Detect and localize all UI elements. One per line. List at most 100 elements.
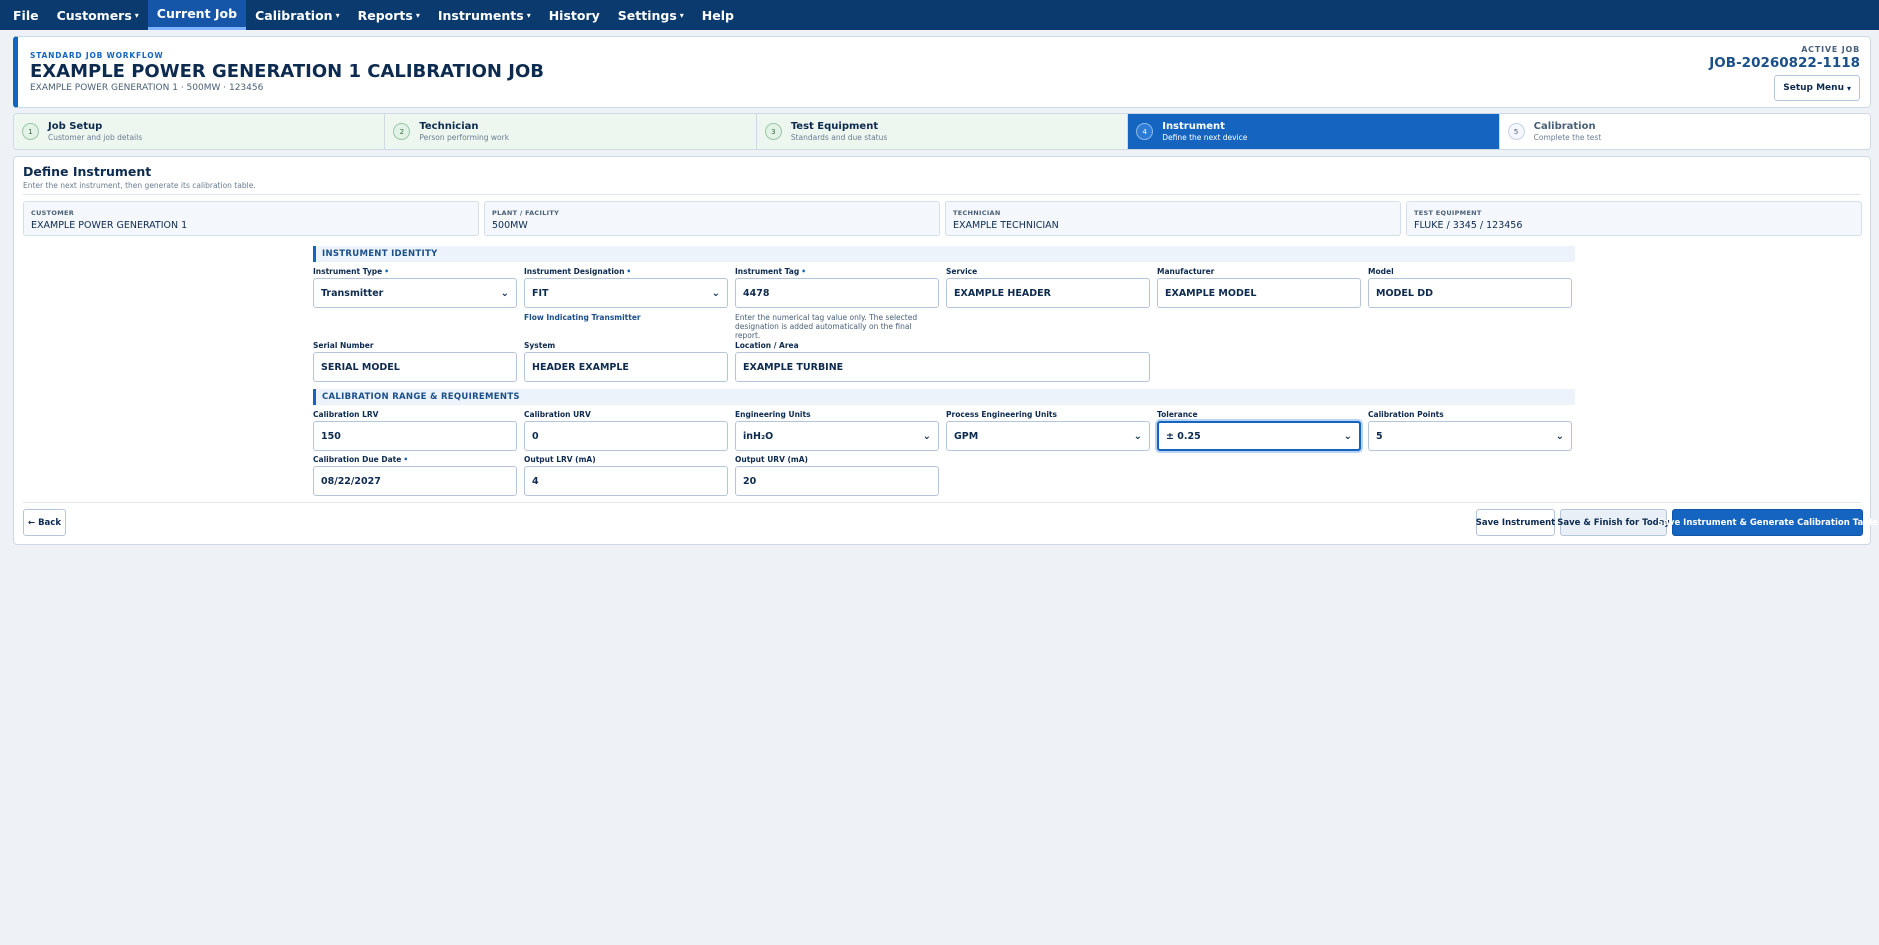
info-label: CUSTOMER [31,209,75,217]
input-value: SERIAL MODEL [321,361,400,373]
nav-settings[interactable]: Settings ▾ [609,0,693,30]
designation-hint: Flow Indicating Transmitter [524,313,641,322]
instrument-designation-select[interactable]: FIT ⌄ [524,278,728,308]
step-job-setup[interactable]: 1 Job Setup Customer and job details [14,114,386,149]
define-instrument-card: Define Instrument Enter the next instrum… [13,156,1878,545]
section-title: Define Instrument [23,164,152,179]
step-title: Technician [419,121,479,132]
info-value: EXAMPLE POWER GENERATION 1 [31,220,188,231]
active-job-id: JOB-20260822-1118 [1709,55,1860,71]
instrument-designation-field: Instrument Designation • FIT ⌄ Flow Indica… [524,267,728,322]
chevron-down-icon: ▾ [415,10,420,20]
model-input[interactable]: MODEL DD [1368,278,1572,308]
system-input[interactable]: HEADER EXAMPLE [524,352,728,382]
field-label: Instrument Designation • [524,267,728,277]
required-marker: • [384,267,390,276]
process-units-field: Process Engineering Units GPM ⌄ [946,410,1150,451]
calibration-lrv-input[interactable]: 150 [313,421,517,451]
calibration-points-field: Calibration Points 5 ⌄ [1368,410,1572,451]
field-label: Calibration Points [1368,410,1444,419]
input-value: 20 [743,475,757,487]
input-value: MODEL DD [1376,287,1434,299]
input-value: EXAMPLE TURBINE [743,361,844,373]
instrument-type-select[interactable]: Transmitter ⌄ [313,278,517,308]
chevron-down-icon: ▾ [134,10,139,20]
select-value: inH₂O [743,430,774,442]
chevron-down-icon: ▾ [1846,83,1851,93]
field-label: Location / Area [735,341,799,350]
nav-customers-label: Customers [56,7,132,23]
output-lrv-input[interactable]: 4 [524,466,728,496]
info-value: EXAMPLE TECHNICIAN [953,220,1059,231]
step-title: Calibration [1533,121,1596,132]
process-units-select[interactable]: GPM ⌄ [946,421,1150,451]
manufacturer-input[interactable]: EXAMPLE MODEL [1157,278,1361,308]
setup-menu-button[interactable]: Setup Menu ▾ [1774,75,1860,101]
step-title: Job Setup [48,121,103,132]
calibration-urv-input[interactable]: 0 [524,421,728,451]
info-technician: TECHNICIAN EXAMPLE TECHNICIAN [945,201,1401,236]
field-label: Model [1368,267,1394,276]
nav-reports[interactable]: Reports ▾ [349,0,429,30]
input-value: 4478 [743,287,770,299]
chevron-down-icon: ▾ [526,10,531,20]
page-title: EXAMPLE POWER GENERATION 1 CALIBRATION J… [30,61,544,82]
field-label: Instrument Type • [313,267,517,277]
back-button[interactable]: ← Back [23,509,66,536]
step-title: Instrument [1162,121,1225,132]
instrument-identity-header: INSTRUMENT IDENTITY [313,246,1575,262]
field-label: Service [946,267,978,276]
serial-number-input[interactable]: SERIAL MODEL [313,352,517,382]
input-value: 4 [532,475,539,487]
nav-help-label: Help [701,7,734,23]
step-test-equipment[interactable]: 3 Test Equipment Standards and due status [756,114,1129,149]
field-label: Engineering Units [735,410,811,419]
field-label: System [524,341,556,350]
save-generate-table-button[interactable]: Save Instrument & Generate Calibration T… [1657,509,1878,536]
field-label: Calibration Due Date • [313,455,517,465]
divider [23,194,1861,195]
location-input[interactable]: EXAMPLE TURBINE [735,352,1150,382]
active-job-label: ACTIVE JOB [1801,45,1860,54]
nav-current-job-label: Current Job [156,6,238,21]
step-instrument[interactable]: 4 Instrument Define the next device [1128,114,1500,149]
step-calibration[interactable]: 5 Calibration Complete the test [1499,114,1870,149]
select-value: Transmitter [321,287,384,299]
step-technician[interactable]: 2 Technician Person performing work [385,114,757,149]
chevron-down-icon: ⌄ [922,430,931,442]
nav-customers[interactable]: Customers ▾ [48,0,148,30]
nav-instruments[interactable]: Instruments ▾ [429,0,540,30]
field-label-text: Instrument Type [313,267,383,276]
job-subtitle: EXAMPLE POWER GENERATION 1 · 500MW · 123… [30,83,264,93]
tolerance-select[interactable]: ± 0.25 ⌄ [1157,421,1361,451]
nav-calibration-label: Calibration [255,7,333,23]
calibration-urv-field: Calibration URV 0 [524,410,728,451]
nav-history[interactable]: History [540,0,609,30]
output-urv-input[interactable]: 20 [735,466,939,496]
step-desc: Complete the test [1533,133,1602,142]
chevron-down-icon: ⌄ [1343,430,1352,442]
due-date-input[interactable]: 08/22/2027 [313,466,517,496]
select-value: ± 0.25 [1166,430,1201,442]
workflow-kicker: STANDARD JOB WORKFLOW [30,51,164,60]
step-number: 3 [764,123,782,140]
system-field: System HEADER EXAMPLE [524,341,728,382]
service-field: Service EXAMPLE HEADER [946,267,1150,308]
calibration-points-select[interactable]: 5 ⌄ [1368,421,1572,451]
model-field: Model MODEL DD [1368,267,1572,308]
info-test-equipment: TEST EQUIPMENT FLUKE / 3345 / 123456 [1406,201,1862,236]
nav-current-job[interactable]: Current Job [147,0,247,30]
save-instrument-button[interactable]: Save Instrument [1476,509,1555,536]
info-label: PLANT / FACILITY [492,209,560,217]
calibration-lrv-field: Calibration LRV 150 [313,410,517,451]
nav-settings-label: Settings [617,7,677,23]
engineering-units-select[interactable]: inH₂O ⌄ [735,421,939,451]
service-input[interactable]: EXAMPLE HEADER [946,278,1150,308]
nav-calibration[interactable]: Calibration ▾ [246,0,349,30]
instrument-tag-input[interactable]: 4478 [735,278,939,308]
save-finish-button[interactable]: Save & Finish for Today [1557,509,1670,536]
job-header-card: STANDARD JOB WORKFLOW EXAMPLE POWER GENE… [13,36,1871,108]
nav-file[interactable]: File [4,0,48,30]
engineering-units-field: Engineering Units inH₂O ⌄ [735,410,939,451]
nav-help[interactable]: Help [693,0,743,30]
